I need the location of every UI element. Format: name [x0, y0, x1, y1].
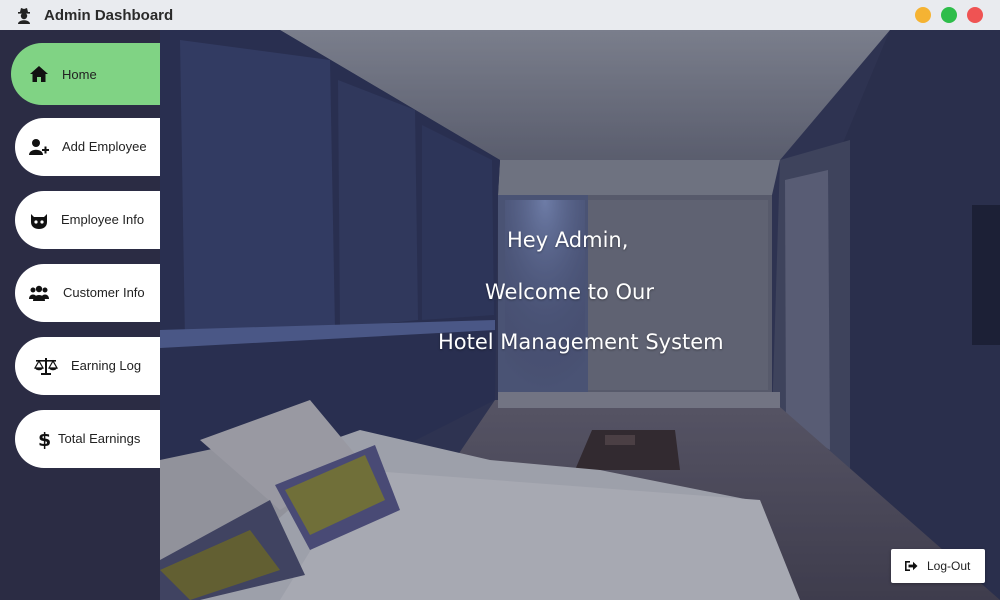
sidebar-item-label: Home	[62, 67, 97, 82]
maximize-button[interactable]	[941, 7, 957, 23]
sidebar-item-label: Total Earnings	[58, 431, 141, 446]
minimize-button[interactable]	[915, 7, 931, 23]
sidebar-item-label: Add Employee	[62, 139, 147, 154]
sidebar-item-earning-log[interactable]: Earning Log	[15, 337, 160, 395]
title-bar: Admin Dashboard	[0, 0, 1000, 30]
svg-text:$: $	[38, 429, 51, 449]
window-title: Admin Dashboard	[44, 7, 174, 24]
github-cat-icon	[31, 214, 47, 229]
spy-icon	[18, 8, 30, 24]
sidebar: Home Add Employee Employee Info Customer…	[0, 30, 160, 600]
sign-out-icon	[905, 561, 918, 571]
sidebar-item-label: Employee Info	[61, 212, 145, 227]
home-icon	[30, 66, 48, 82]
sidebar-item-customer-info[interactable]: Customer Info	[15, 264, 160, 322]
sidebar-item-add-employee[interactable]: Add Employee	[15, 118, 160, 176]
sidebar-item-label: Earning Log	[71, 358, 142, 373]
greeting-text: Hey Admin,	[507, 228, 629, 252]
sidebar-item-label: Customer Info	[63, 285, 145, 300]
user-plus-icon	[29, 139, 49, 155]
system-name-text: Hotel Management System	[438, 330, 724, 354]
sidebar-item-total-earnings[interactable]: $ Total Earnings	[15, 410, 160, 468]
hotel-bedroom-background	[160, 30, 1000, 600]
main-content: Hey Admin, Welcome to Our Hotel Manageme…	[160, 30, 1000, 600]
sidebar-item-home[interactable]: Home	[11, 43, 160, 105]
sidebar-item-employee-info[interactable]: Employee Info	[15, 191, 160, 249]
welcome-text: Welcome to Our	[485, 280, 654, 304]
logout-button[interactable]: Log-Out	[891, 549, 985, 583]
logout-label: Log-Out	[927, 559, 971, 573]
balance-scale-icon	[34, 358, 58, 375]
dollar-icon: $	[38, 429, 51, 449]
users-icon	[29, 285, 49, 301]
close-button[interactable]	[967, 7, 983, 23]
